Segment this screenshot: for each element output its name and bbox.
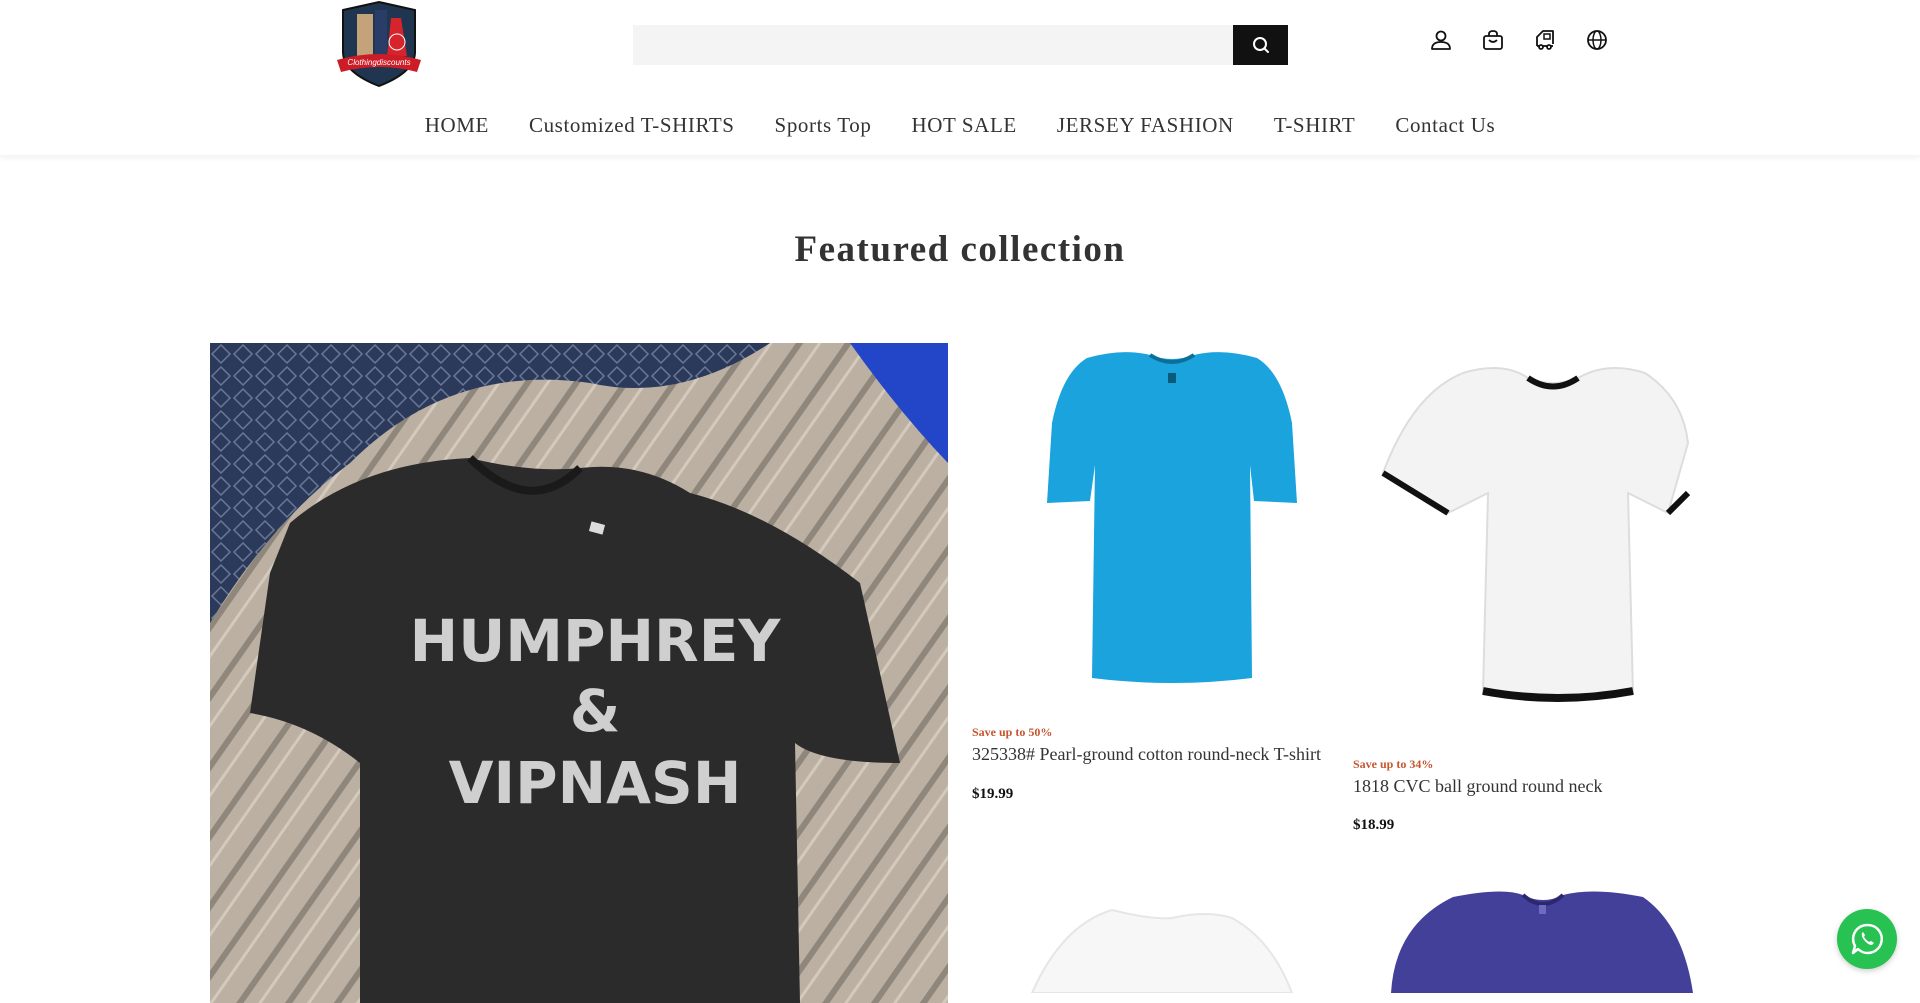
nav-item-home[interactable]: HOME [425, 110, 489, 140]
product-name[interactable]: 325338# Pearl-ground cotton round-neck T… [972, 744, 1321, 765]
product-image[interactable] [1353, 343, 1723, 723]
nav-item-hot-sale[interactable]: HOT SALE [911, 110, 1016, 140]
featured-product-image[interactable]: HUMPHREY & VIPNASH [210, 343, 948, 1003]
svg-text:HUMPHREY: HUMPHREY [410, 607, 782, 675]
product-image[interactable] [972, 343, 1342, 698]
nav-item-t-shirt[interactable]: T-SHIRT [1274, 110, 1356, 140]
order-tracking-icon[interactable] [1533, 28, 1557, 52]
search-button[interactable] [1233, 25, 1288, 65]
search-input[interactable] [633, 25, 1233, 65]
search-icon [1252, 37, 1269, 53]
whatsapp-icon [1851, 923, 1883, 955]
main-navigation: HOME Customized T-SHIRTS Sports Top HOT … [0, 110, 1920, 140]
product-card[interactable]: Save up to 34% 1818 CVC ball ground roun… [1353, 343, 1723, 843]
nav-item-contact-us[interactable]: Contact Us [1395, 110, 1495, 140]
site-header: Clothingdiscounts HOME Customized T-SHIR… [0, 0, 1920, 155]
discount-label: Save up to 34% [1353, 757, 1434, 771]
store-logo[interactable]: Clothingdiscounts [335, 0, 423, 92]
product-card[interactable]: Save up to 50% 325338# Pearl-ground cott… [972, 343, 1342, 813]
discount-label: Save up to 50% [972, 725, 1053, 739]
nav-item-customized-t-shirts[interactable]: Customized T-SHIRTS [529, 110, 735, 140]
product-price: $18.99 [1353, 817, 1395, 833]
product-name[interactable]: 1818 CVC ball ground round neck [1353, 776, 1602, 797]
svg-text:&: & [570, 677, 621, 745]
svg-text:Clothingdiscounts: Clothingdiscounts [347, 58, 410, 67]
header-icons [1429, 28, 1609, 52]
account-icon[interactable] [1429, 28, 1453, 52]
search-bar [633, 25, 1288, 65]
product-image[interactable] [1353, 885, 1723, 993]
bag-icon[interactable] [1481, 28, 1505, 52]
language-icon[interactable] [1585, 28, 1609, 52]
svg-text:VIPNASH: VIPNASH [449, 749, 742, 817]
product-price: $19.99 [972, 786, 1014, 802]
product-image[interactable] [972, 900, 1342, 993]
whatsapp-chat-button[interactable] [1837, 909, 1897, 969]
nav-item-jersey-fashion[interactable]: JERSEY FASHION [1057, 110, 1234, 140]
section-title: Featured collection [794, 229, 1126, 270]
nav-item-sports-top[interactable]: Sports Top [775, 110, 872, 140]
